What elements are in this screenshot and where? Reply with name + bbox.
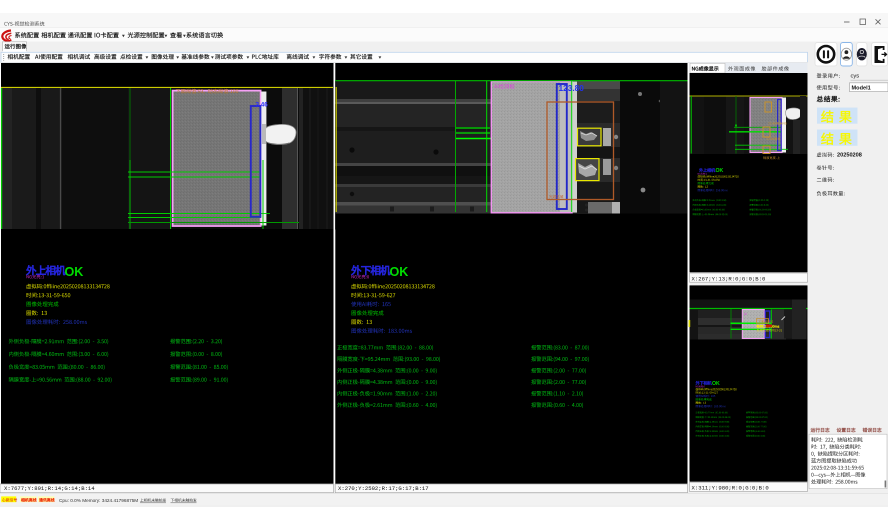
svg-text:Model1: Model1 [852,86,871,92]
svg-text:X:270;Y:2502;R:17;G:17;B:17: X:270;Y:2502;R:17;G:17;B:17 [338,485,429,492]
svg-text:OK: OK [712,381,720,387]
svg-text:X:7677;Y:891;R:14;G:14;B:14: X:7677;Y:891;R:14;G:14;B:14 [4,485,95,492]
svg-text:20250208: 20250208 [837,153,862,159]
svg-text:123.80: 123.80 [559,83,585,93]
svg-text:OK: OK [390,265,409,279]
svg-text:X:267;Y:13;R:0;G:0;B:0: X:267;Y:13;R:0;G:0;B:0 [692,275,766,282]
svg-text:X:311;Y:980;R:0;G:0;B:0: X:311;Y:980;R:0;G:0;B:0 [692,485,770,492]
svg-text:OK: OK [65,265,84,279]
svg-text:3.46: 3.46 [256,101,269,108]
svg-text:OK: OK [716,168,724,174]
svg-text:cys: cys [851,74,860,80]
svg-text:Cpu: 0.0% Memory: 3424.4179687: Cpu: 0.0% Memory: 3424.41796875M [59,498,138,503]
